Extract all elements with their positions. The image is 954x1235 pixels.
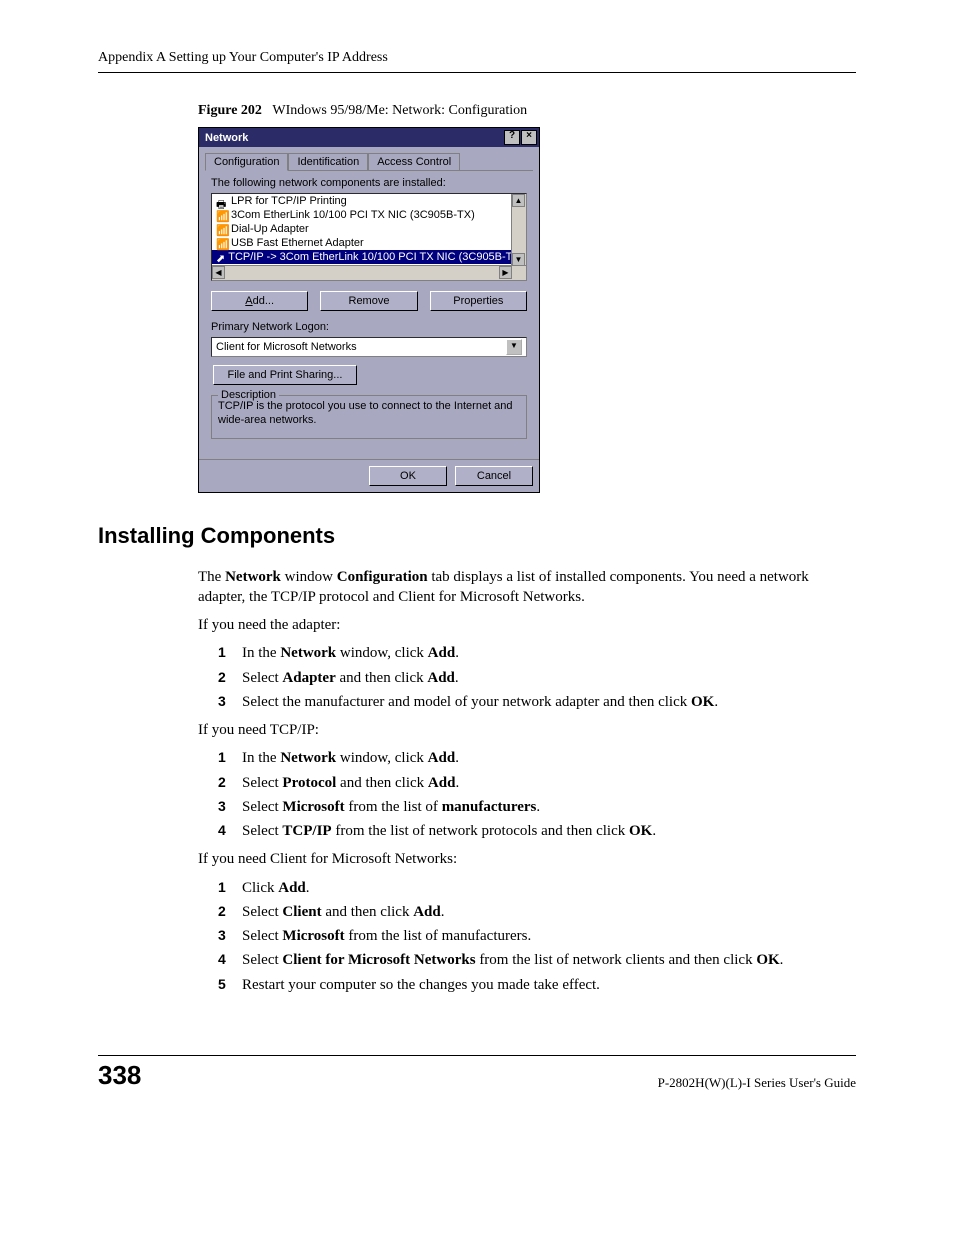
adapter-steps: 1In the Network window, click Add. 2Sele… bbox=[218, 643, 856, 712]
cancel-button[interactable]: Cancel bbox=[455, 466, 533, 486]
figure-number: Figure 202 bbox=[198, 103, 262, 118]
tab-configuration[interactable]: Configuration bbox=[205, 153, 288, 171]
file-print-sharing-button[interactable]: File and Print Sharing... bbox=[213, 365, 357, 385]
list-item: 3Select Microsoft from the list of manuf… bbox=[218, 926, 856, 946]
list-item[interactable]: 📶USB Fast Ethernet Adapter bbox=[212, 236, 526, 250]
ok-button[interactable]: OK bbox=[369, 466, 447, 486]
section-heading: Installing Components bbox=[98, 523, 856, 549]
vertical-scrollbar[interactable]: ▲ ▼ bbox=[511, 194, 526, 266]
list-item: 1Click Add. bbox=[218, 878, 856, 898]
components-label: The following network components are ins… bbox=[211, 177, 529, 189]
network-dialog: Network ? × Configuration Identification… bbox=[198, 127, 540, 493]
scroll-right-icon[interactable]: ▶ bbox=[499, 266, 512, 279]
protocol-icon: ⬈ bbox=[216, 252, 225, 263]
tabs: Configuration Identification Access Cont… bbox=[205, 153, 533, 171]
list-item: 2Select Adapter and then click Add. bbox=[218, 668, 856, 688]
scroll-left-icon[interactable]: ◀ bbox=[212, 266, 225, 279]
adapter-icon: 📶 bbox=[216, 238, 228, 249]
tcpip-steps: 1In the Network window, click Add. 2Sele… bbox=[218, 748, 856, 841]
list-item[interactable]: 📶3Com EtherLink 10/100 PCI TX NIC (3C905… bbox=[212, 208, 526, 222]
help-icon[interactable]: ? bbox=[504, 130, 520, 145]
page-footer: 338 P-2802H(W)(L)-I Series User's Guide bbox=[98, 1055, 856, 1091]
dialog-title: Network bbox=[205, 132, 248, 144]
guide-name: P-2802H(W)(L)-I Series User's Guide bbox=[658, 1075, 856, 1091]
list-item: 4Select TCP/IP from the list of network … bbox=[218, 821, 856, 841]
list-item: 3Select Microsoft from the list of manuf… bbox=[218, 797, 856, 817]
tab-identification[interactable]: Identification bbox=[288, 153, 368, 170]
primary-logon-dropdown[interactable]: Client for Microsoft Networks ▼ bbox=[211, 337, 527, 357]
properties-button[interactable]: Properties bbox=[430, 291, 527, 311]
description-label: Description bbox=[218, 389, 279, 401]
remove-button[interactable]: Remove bbox=[320, 291, 417, 311]
chevron-down-icon[interactable]: ▼ bbox=[506, 339, 522, 355]
add-button[interactable]: Add... bbox=[211, 291, 308, 311]
figure-title: WIndows 95/98/Me: Network: Configuration bbox=[272, 103, 527, 118]
scroll-up-icon[interactable]: ▲ bbox=[512, 194, 525, 207]
list-item: 4Select Client for Microsoft Networks fr… bbox=[218, 950, 856, 970]
list-item-selected[interactable]: ⬈TCP/IP -> 3Com EtherLink 10/100 PCI TX … bbox=[212, 250, 526, 264]
dropdown-value: Client for Microsoft Networks bbox=[216, 341, 357, 353]
components-listbox[interactable]: 🖶LPR for TCP/IP Printing 📶3Com EtherLink… bbox=[211, 193, 527, 281]
description-group: Description TCP/IP is the protocol you u… bbox=[211, 395, 527, 439]
adapter-icon: 📶 bbox=[216, 224, 228, 235]
list-item: 2Select Client and then click Add. bbox=[218, 902, 856, 922]
printer-icon: 🖶 bbox=[216, 196, 228, 207]
list-item: 2Select Protocol and then click Add. bbox=[218, 773, 856, 793]
list-item: 5Restart your computer so the changes yo… bbox=[218, 975, 856, 995]
description-text: TCP/IP is the protocol you use to connec… bbox=[218, 400, 520, 428]
list-item: 1In the Network window, click Add. bbox=[218, 643, 856, 663]
list-item: 3Select the manufacturer and model of yo… bbox=[218, 692, 856, 712]
nic-icon: 📶 bbox=[216, 210, 228, 221]
page-header: Appendix A Setting up Your Computer's IP… bbox=[98, 50, 856, 73]
list-item[interactable]: 📶Dial-Up Adapter bbox=[212, 222, 526, 236]
list-item: 1In the Network window, click Add. bbox=[218, 748, 856, 768]
primary-logon-label: Primary Network Logon: bbox=[211, 321, 529, 333]
page-number: 338 bbox=[98, 1060, 141, 1091]
close-icon[interactable]: × bbox=[521, 130, 537, 145]
list-item[interactable]: 🖶LPR for TCP/IP Printing bbox=[212, 194, 526, 208]
client-steps: 1Click Add. 2Select Client and then clic… bbox=[218, 878, 856, 995]
intro-paragraph: The Network window Configuration tab dis… bbox=[198, 567, 856, 608]
tab-access-control[interactable]: Access Control bbox=[368, 153, 460, 170]
figure-caption: Figure 202 WIndows 95/98/Me: Network: Co… bbox=[198, 103, 856, 119]
titlebar: Network ? × bbox=[199, 128, 539, 147]
need-tcpip-label: If you need TCP/IP: bbox=[198, 720, 856, 740]
horizontal-scrollbar[interactable]: ◀ ▶ bbox=[212, 265, 526, 280]
need-adapter-label: If you need the adapter: bbox=[198, 615, 856, 635]
need-client-label: If you need Client for Microsoft Network… bbox=[198, 849, 856, 869]
